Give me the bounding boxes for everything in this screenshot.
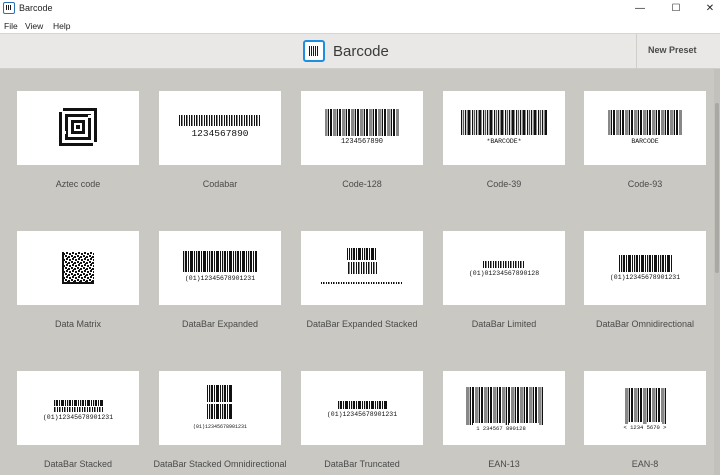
- tile-label: DataBar Omnidirectional: [595, 319, 695, 329]
- app-header: Barcode New Preset: [0, 33, 720, 69]
- data-matrix-icon: [62, 252, 94, 284]
- title-bar: Barcode — ☐ ✕: [0, 0, 720, 18]
- barcode-text: (01)01234567890128: [469, 270, 539, 277]
- barcode-preview: 1 234567 890128: [443, 371, 565, 445]
- code-128-icon: 1234567890: [325, 109, 399, 146]
- barcode-preview: (01)12345678901231: [17, 371, 139, 445]
- tile-label: Code-93: [627, 179, 663, 189]
- barcode-text: 1234567890: [341, 138, 383, 146]
- ean-8-icon: < 1234 5670 >: [624, 388, 667, 431]
- code-93-icon: BARCODE: [608, 110, 682, 145]
- header-divider: [636, 34, 637, 68]
- databar-stacked-omnidirectional-icon: (01)12345678901231: [193, 385, 247, 430]
- barcode-text: 1 234567 890128: [476, 425, 526, 432]
- tile-codabar[interactable]: 1234567890 Codabar: [159, 91, 281, 189]
- barcode-text: (01)12345678901231: [610, 274, 680, 281]
- menu-file[interactable]: File: [4, 21, 18, 31]
- barcode-text: (01)12345678901231: [43, 414, 113, 421]
- ean-13-icon: 1 234567 890128: [465, 387, 543, 432]
- databar-stacked-icon: (01)12345678901231: [43, 400, 113, 421]
- codabar-icon: 1234567890: [179, 115, 261, 139]
- tile-code-128[interactable]: 1234567890 Code-128: [301, 91, 423, 189]
- databar-limited-icon: (01)01234567890128: [469, 261, 539, 277]
- tile-ean-8[interactable]: < 1234 5670 > EAN-8: [584, 371, 706, 469]
- tile-label: DataBar Expanded Stacked: [306, 319, 418, 329]
- vertical-scrollbar[interactable]: [714, 69, 720, 475]
- barcode-preview: [17, 91, 139, 165]
- tile-databar-limited[interactable]: (01)01234567890128 DataBar Limited: [443, 231, 565, 329]
- barcode-text: 1234567890: [191, 128, 248, 139]
- barcode-preview: (01)12345678901231: [159, 231, 281, 305]
- barcode-preview: (01)12345678901231: [159, 371, 281, 445]
- tile-data-matrix[interactable]: Data Matrix: [17, 231, 139, 329]
- tile-label: Code-39: [486, 179, 522, 189]
- barcode-preview: (01)12345678901231: [584, 231, 706, 305]
- minimize-button[interactable]: —: [624, 0, 656, 18]
- barcode-preview: 1234567890: [301, 91, 423, 165]
- tile-label: DataBar Stacked: [43, 459, 113, 469]
- barcode-text: < 1234 5670 >: [624, 424, 667, 431]
- window-title: Barcode: [19, 3, 53, 13]
- tile-databar-stacked[interactable]: (01)12345678901231 DataBar Stacked: [17, 371, 139, 469]
- app-barcode-icon: [3, 2, 15, 14]
- barcode-text: *BARCODE*: [486, 138, 521, 145]
- scroll-thumb[interactable]: [715, 103, 719, 273]
- tile-label: DataBar Stacked Omnidirectional: [153, 459, 287, 469]
- barcode-text: (01)12345678901231: [193, 424, 247, 430]
- barcode-preview: (01)01234567890128: [443, 231, 565, 305]
- page-title: Barcode: [333, 43, 389, 60]
- menu-help[interactable]: Help: [53, 21, 70, 31]
- barcode-text: (01)12345678901231: [327, 411, 397, 418]
- menu-view[interactable]: View: [25, 21, 43, 31]
- tile-aztec-code[interactable]: Aztec code: [17, 91, 139, 189]
- barcode-type-grid: Aztec code 1234567890 Codabar 1234567890…: [0, 69, 720, 475]
- barcode-text: (01)12345678901231: [185, 275, 255, 282]
- aztec-code-icon: [59, 108, 97, 146]
- tile-label: EAN-13: [488, 459, 520, 469]
- maximize-button[interactable]: ☐: [660, 0, 692, 18]
- tile-label: DataBar Expanded: [181, 319, 259, 329]
- barcode-preview: *BARCODE*: [443, 91, 565, 165]
- tile-label: DataBar Limited: [471, 319, 537, 329]
- barcode-logo-icon: [303, 40, 325, 62]
- barcode-preview: BARCODE: [584, 91, 706, 165]
- new-preset-button[interactable]: New Preset: [648, 45, 697, 55]
- tile-label: DataBar Truncated: [324, 459, 400, 469]
- close-button[interactable]: ✕: [694, 0, 720, 18]
- tile-code-39[interactable]: *BARCODE* Code-39: [443, 91, 565, 189]
- tile-databar-expanded[interactable]: (01)12345678901231 DataBar Expanded: [159, 231, 281, 329]
- tile-label: EAN-8: [631, 459, 659, 469]
- tile-code-93[interactable]: BARCODE Code-93: [584, 91, 706, 189]
- barcode-text: BARCODE: [631, 138, 658, 145]
- barcode-preview: [301, 231, 423, 305]
- tile-databar-expanded-stacked[interactable]: DataBar Expanded Stacked: [301, 231, 423, 329]
- databar-omnidirectional-icon: (01)12345678901231: [610, 255, 680, 281]
- barcode-preview: 1234567890: [159, 91, 281, 165]
- barcode-preview: < 1234 5670 >: [584, 371, 706, 445]
- tile-databar-stacked-omnidirectional[interactable]: (01)12345678901231 DataBar Stacked Omnid…: [153, 371, 287, 469]
- tile-label: Code-128: [342, 179, 382, 189]
- tile-ean-13[interactable]: 1 234567 890128 EAN-13: [443, 371, 565, 469]
- tile-databar-omnidirectional[interactable]: (01)12345678901231 DataBar Omnidirection…: [584, 231, 706, 329]
- menu-bar: File View Help: [0, 18, 720, 33]
- code-39-icon: *BARCODE*: [461, 110, 547, 145]
- barcode-preview: (01)12345678901231: [301, 371, 423, 445]
- tile-databar-truncated[interactable]: (01)12345678901231 DataBar Truncated: [301, 371, 423, 469]
- databar-truncated-icon: (01)12345678901231: [327, 401, 397, 418]
- databar-expanded-icon: (01)12345678901231: [183, 251, 257, 282]
- barcode-preview: [17, 231, 139, 305]
- tile-label: Codabar: [202, 179, 238, 189]
- databar-expanded-stacked-icon: [321, 248, 403, 284]
- tile-label: Aztec code: [55, 179, 101, 189]
- tile-label: Data Matrix: [54, 319, 101, 329]
